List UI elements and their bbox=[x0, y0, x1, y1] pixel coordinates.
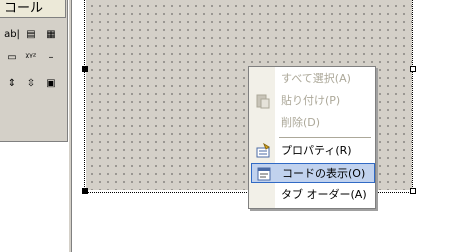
menu-item-label: プロパティ(R) bbox=[281, 144, 352, 157]
menu-item-delete[interactable]: 削除(D) bbox=[251, 113, 375, 133]
menu-item-view-code[interactable]: コードの表示(O) bbox=[251, 163, 375, 183]
image-tool-icon[interactable]: ▣ bbox=[43, 76, 59, 92]
toolbox-tab-label: コール bbox=[4, 1, 44, 16]
listbox-tool-icon[interactable]: ▦ bbox=[43, 27, 59, 43]
resize-handle-left[interactable] bbox=[82, 66, 88, 72]
toolbox-empty-area bbox=[0, 142, 68, 252]
toolbox-tab[interactable]: コール bbox=[0, 0, 66, 18]
view-code-icon bbox=[256, 166, 272, 182]
paste-icon bbox=[255, 93, 271, 109]
spinbutton-tool-icon[interactable]: ⇕ bbox=[4, 76, 20, 92]
textbox-tool-icon[interactable]: ᵡᵞᶻ bbox=[23, 50, 39, 66]
commandbutton-tool-icon[interactable]: ▭ bbox=[4, 50, 20, 66]
context-menu: すべて選択(A) 貼り付け(P) 削除(D) プロパティ(R) コードの表示(O… bbox=[248, 66, 376, 209]
menu-item-label: コードの表示(O) bbox=[282, 167, 366, 180]
menu-item-label: 貼り付け(P) bbox=[281, 94, 341, 107]
menu-item-label: タブ オーダー(A) bbox=[281, 188, 367, 201]
frame-tool-icon[interactable]: ▤ bbox=[23, 27, 39, 43]
menu-item-tab-order[interactable]: タブ オーダー(A) bbox=[251, 185, 375, 205]
menu-item-label: 削除(D) bbox=[281, 116, 321, 129]
menu-item-label: すべて選択(A) bbox=[281, 72, 351, 85]
checkbox-tool-icon[interactable]: – bbox=[43, 50, 59, 66]
menu-item-paste[interactable]: 貼り付け(P) bbox=[251, 91, 375, 111]
menu-item-properties[interactable]: プロパティ(R) bbox=[251, 141, 375, 161]
label-tool-icon[interactable]: ab| bbox=[4, 27, 20, 43]
scrollbar-tool-icon[interactable]: ⇳ bbox=[23, 76, 39, 92]
properties-icon bbox=[255, 142, 271, 159]
menu-separator bbox=[279, 137, 371, 138]
resize-handle-bottom-right[interactable] bbox=[410, 188, 416, 194]
menu-item-select-all[interactable]: すべて選択(A) bbox=[251, 69, 375, 89]
toolbox: コール ab| ▤ ▦ ▭ ᵡᵞᶻ – ⇕ ⇳ ▣ bbox=[0, 0, 72, 252]
resize-handle-right[interactable] bbox=[410, 66, 416, 72]
resize-handle-bottom-left[interactable] bbox=[82, 188, 88, 194]
toolbox-panel: コール ab| ▤ ▦ ▭ ᵡᵞᶻ – ⇕ ⇳ ▣ bbox=[0, 0, 68, 142]
